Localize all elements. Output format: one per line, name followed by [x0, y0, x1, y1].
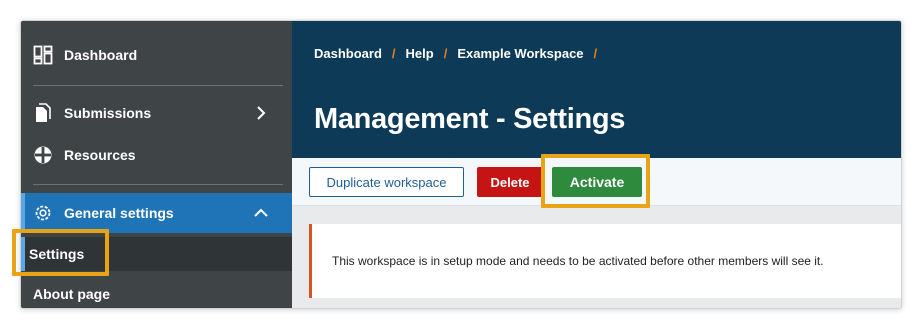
sidebar-item-submissions[interactable]: Submissions	[21, 93, 292, 133]
document-icon	[33, 103, 53, 123]
breadcrumb-separator: /	[443, 46, 448, 61]
chevron-right-icon	[252, 104, 270, 122]
sidebar-item-general-settings[interactable]: General settings	[21, 193, 292, 233]
main-content: Dashboard / Help / Example Workspace / M…	[292, 21, 901, 308]
breadcrumb-separator: /	[593, 46, 598, 61]
activate-button[interactable]: Activate	[552, 167, 642, 197]
delete-button[interactable]: Delete	[477, 167, 543, 197]
sidebar-item-label: Resources	[64, 147, 136, 163]
breadcrumb-dashboard[interactable]: Dashboard	[314, 46, 382, 61]
page-header: Dashboard / Help / Example Workspace / M…	[292, 21, 901, 158]
sidebar-item-dashboard[interactable]: Dashboard	[21, 35, 292, 75]
sidebar-subitem-about-page[interactable]: About page	[21, 277, 292, 308]
action-toolbar: Duplicate workspace Delete Activate	[292, 158, 901, 206]
breadcrumb-separator: /	[391, 46, 396, 61]
page-title: Management - Settings	[314, 103, 626, 135]
sidebar-item-label: General settings	[64, 205, 174, 221]
sidebar-divider	[33, 184, 283, 185]
sidebar: Dashboard Submissions Resources General …	[21, 21, 292, 308]
breadcrumb-example-workspace[interactable]: Example Workspace	[457, 46, 583, 61]
notice-text: This workspace is in setup mode and need…	[332, 254, 824, 268]
breadcrumb: Dashboard / Help / Example Workspace /	[314, 46, 607, 61]
sidebar-subitem-label: About page	[33, 286, 110, 302]
sidebar-divider	[33, 85, 283, 86]
setup-mode-notice: This workspace is in setup mode and need…	[309, 224, 901, 298]
dashboard-icon	[33, 45, 53, 65]
globe-icon	[33, 145, 53, 165]
sidebar-subitem-settings[interactable]: Settings	[21, 237, 292, 271]
sidebar-subitem-label: Settings	[29, 246, 85, 262]
chevron-up-icon	[252, 204, 270, 222]
duplicate-workspace-button[interactable]: Duplicate workspace	[309, 167, 464, 197]
gear-icon	[33, 203, 53, 223]
breadcrumb-help[interactable]: Help	[406, 46, 434, 61]
sidebar-item-resources[interactable]: Resources	[21, 135, 292, 175]
sidebar-item-label: Submissions	[64, 105, 152, 121]
app-window: Dashboard Submissions Resources General …	[20, 20, 902, 309]
sidebar-item-label: Dashboard	[64, 47, 138, 63]
